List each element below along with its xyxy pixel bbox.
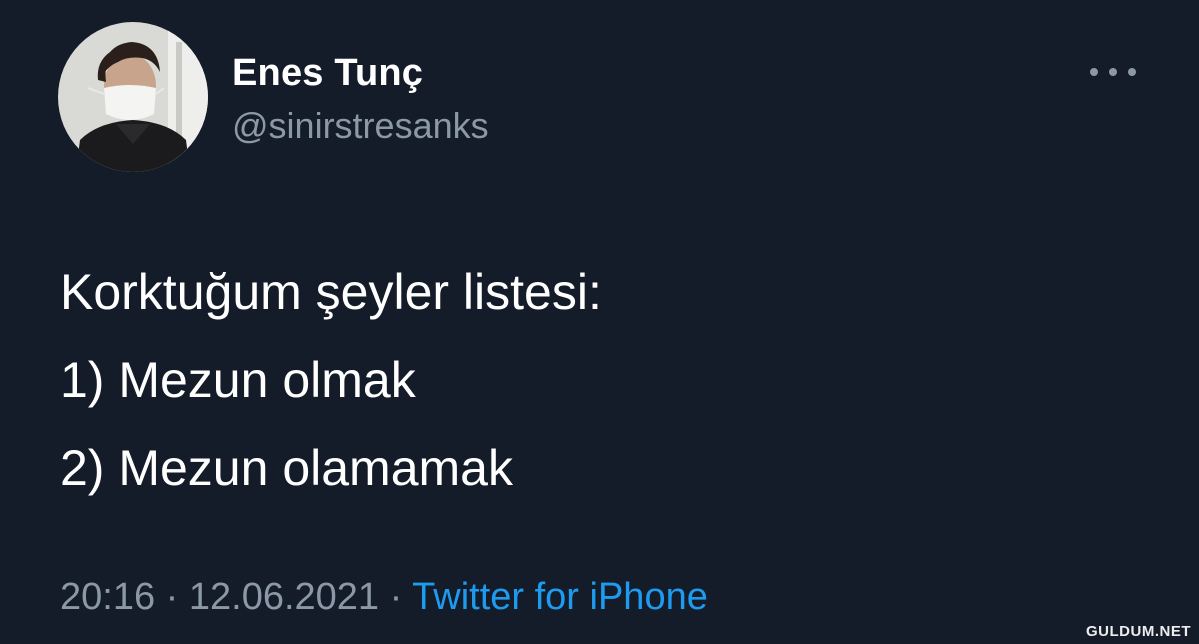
watermark: GULDUM.NET xyxy=(1086,623,1191,640)
tweet-card: Enes Tunç @sinirstresanks Korktuğum şeyl… xyxy=(0,0,1199,644)
author-handle[interactable]: @sinirstresanks xyxy=(232,104,489,148)
avatar-image xyxy=(58,22,208,172)
tweet-date[interactable]: 12.06.2021 xyxy=(189,576,379,618)
tweet-metadata: 20:16 · 12.06.2021 · Twitter for iPhone xyxy=(60,572,708,622)
tweet-line: Korktuğum şeyler listesi: xyxy=(60,264,602,320)
author-display-name[interactable]: Enes Tunç xyxy=(232,50,423,96)
tweet-source-link[interactable]: Twitter for iPhone xyxy=(412,576,708,618)
meta-separator: · xyxy=(379,576,413,618)
tweet-time[interactable]: 20:16 xyxy=(60,576,155,618)
meta-separator: · xyxy=(155,576,189,618)
more-horizontal-icon-dot xyxy=(1109,68,1117,76)
tweet-text: Korktuğum şeyler listesi: 1) Mezun olmak… xyxy=(60,248,1140,512)
more-horizontal-icon-dot xyxy=(1128,68,1136,76)
tweet-line: 2) Mezun olamamak xyxy=(60,440,513,496)
more-horizontal-icon xyxy=(1090,68,1098,76)
more-options-button[interactable] xyxy=(1090,60,1136,84)
avatar[interactable] xyxy=(58,22,208,172)
tweet-line: 1) Mezun olmak xyxy=(60,352,416,408)
